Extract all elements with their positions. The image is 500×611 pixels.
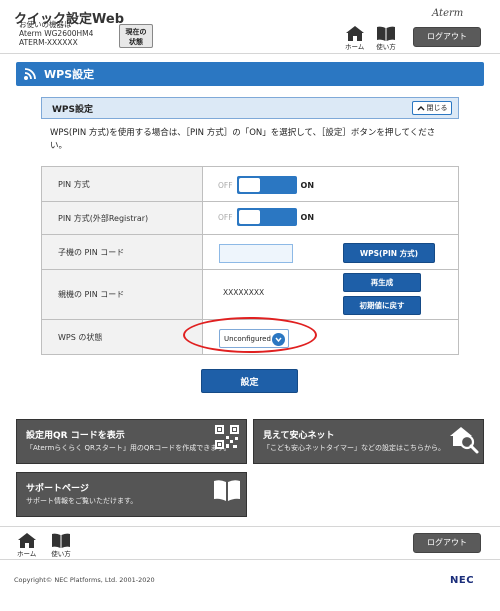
section-header: WPS設定 閉じる <box>41 97 459 119</box>
wps-state-label: WPS の状態 <box>42 320 203 354</box>
safety-tile-desc: 「こども安心ネットタイマー」などの設定はこちらから。 <box>263 444 445 452</box>
parent-pin-label: 親機の PIN コード <box>42 270 203 319</box>
support-tile-desc: サポート情報をご覧いただけます。 <box>26 497 138 505</box>
row-wps-state: WPS の状態 Unconfigured <box>42 320 458 354</box>
brand-logo: Aterm <box>432 8 464 19</box>
home-search-icon <box>450 427 479 454</box>
logout-button[interactable]: ログアウト <box>413 27 481 47</box>
device-label: お使いの機器は <box>19 20 72 29</box>
description-text: WPS(PIN 方式)を使用する場合は、［PIN 方式］の「ON」を選択して、［… <box>50 128 436 151</box>
settings-table: PIN 方式 OFF ON PIN 方式(外部Registrar) OFF ON… <box>41 166 459 355</box>
home-icon <box>345 26 364 41</box>
footer-help-link[interactable]: 使い方 <box>51 533 71 558</box>
book-icon <box>52 533 70 548</box>
safety-tile-title: 見えて安心ネット <box>263 431 335 441</box>
current-status-button[interactable]: 現在の 状態 <box>119 24 153 48</box>
collapse-button[interactable]: 閉じる <box>412 101 452 115</box>
row-child-pin: 子機の PIN コード WPS(PIN 方式) <box>42 235 458 270</box>
home-icon <box>17 533 36 548</box>
submit-button[interactable]: 設定 <box>201 369 298 393</box>
reset-default-button[interactable]: 初期値に戻す <box>343 296 421 315</box>
home-link[interactable]: ホーム <box>345 26 364 51</box>
qr-tile-desc: 「Atermらくらく QRスタート」用のQRコードを作成できます。 <box>26 444 231 452</box>
device-id: ATERM-XXXXXX <box>19 38 78 47</box>
support-tile-title: サポートページ <box>26 484 89 494</box>
pin-method-ext-label: PIN 方式(外部Registrar) <box>42 202 203 234</box>
pin-method-label: PIN 方式 <box>42 167 203 201</box>
footer-nav: ホーム 使い方 ログアウト <box>0 526 500 560</box>
qr-code-tile[interactable]: 設定用QR コードを表示 「Atermらくらく QRスタート」用のQRコードを作… <box>16 419 247 464</box>
regenerate-button[interactable]: 再生成 <box>343 273 421 292</box>
chevron-up-icon <box>417 106 424 111</box>
chevron-down-icon <box>272 333 285 346</box>
footer-home-link[interactable]: ホーム <box>17 533 36 558</box>
qr-code-icon <box>215 425 239 449</box>
support-tile[interactable]: サポートページ サポート情報をご覧いただけます。 <box>16 472 247 517</box>
section-title: WPS設定 <box>52 104 94 115</box>
row-pin-method-ext: PIN 方式(外部Registrar) OFF ON <box>42 202 458 235</box>
book-icon <box>214 480 240 501</box>
row-pin-method: PIN 方式 OFF ON <box>42 167 458 202</box>
wifi-icon <box>24 68 36 80</box>
footer-logout-button[interactable]: ログアウト <box>413 533 481 553</box>
parent-pin-value: XXXXXXXX <box>223 288 265 297</box>
nec-logo: NEC <box>450 575 475 586</box>
wps-pin-button[interactable]: WPS(PIN 方式) <box>343 243 435 263</box>
child-pin-input[interactable] <box>219 244 293 263</box>
device-model: Aterm WG2600HM4 <box>19 29 94 38</box>
page-title-bar: WPS設定 <box>16 62 484 86</box>
pin-method-ext-toggle[interactable]: OFF ON <box>218 208 314 226</box>
header: クイック設定Web お使いの機器は Aterm WG2600HM4 ATERM-… <box>0 0 500 54</box>
qr-tile-title: 設定用QR コードを表示 <box>26 431 125 441</box>
copyright-text: Copyright© NEC Platforms, Ltd. 2001-2020 <box>14 576 155 584</box>
safety-net-tile[interactable]: 見えて安心ネット 「こども安心ネットタイマー」などの設定はこちらから。 <box>253 419 484 464</box>
help-link[interactable]: 使い方 <box>376 26 396 51</box>
book-icon <box>377 26 395 41</box>
child-pin-label: 子機の PIN コード <box>42 235 203 269</box>
page-title: WPS設定 <box>44 68 95 81</box>
row-parent-pin: 親機の PIN コード XXXXXXXX 再生成 初期値に戻す <box>42 270 458 320</box>
pin-method-toggle[interactable]: OFF ON <box>218 176 314 194</box>
wps-state-select[interactable]: Unconfigured <box>219 329 289 348</box>
